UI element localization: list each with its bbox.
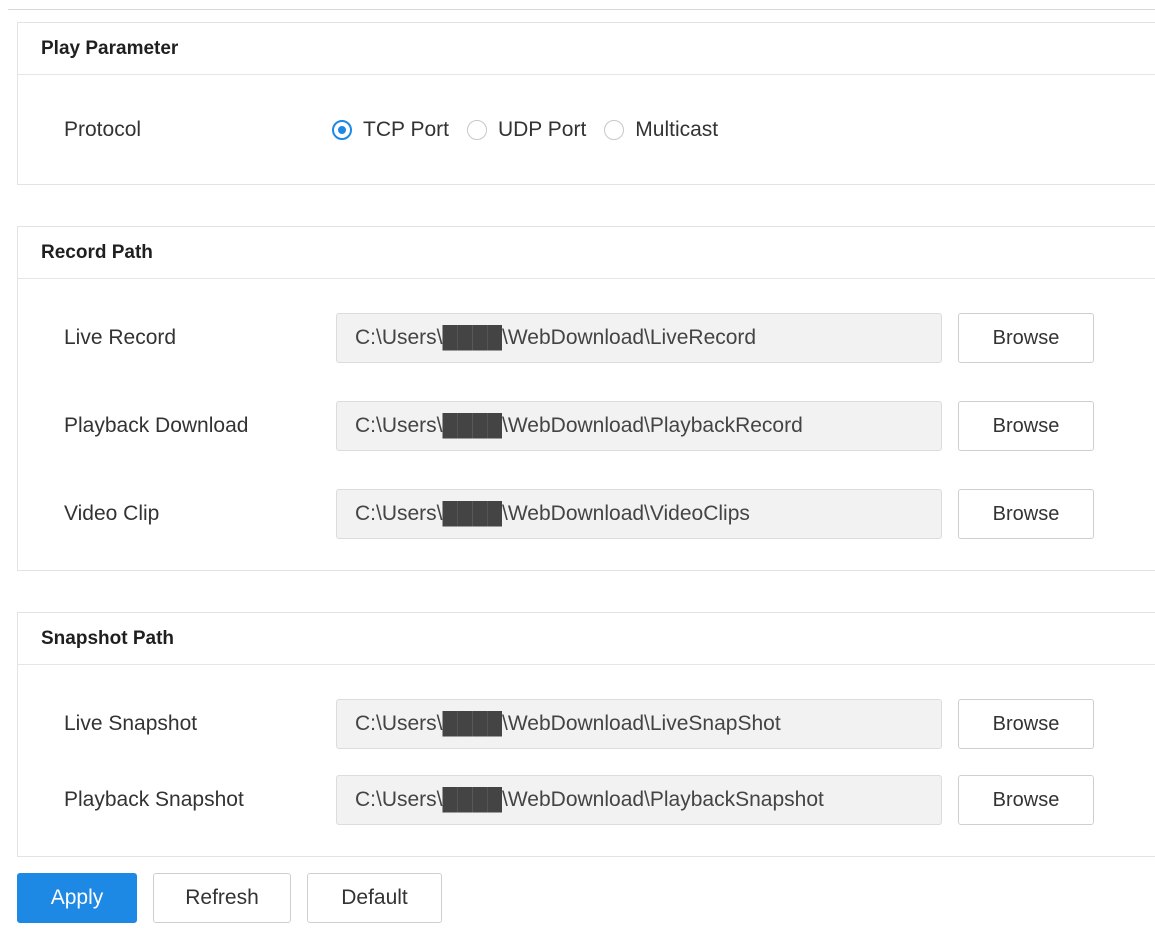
protocol-row: Protocol TCP Port UDP Port Multicast bbox=[18, 76, 1155, 184]
radio-multicast[interactable]: Multicast bbox=[604, 118, 718, 142]
playback-download-label: Playback Download bbox=[64, 414, 249, 437]
live-record-row: Live Record C:\Users\████\WebDownload\Li… bbox=[18, 312, 1155, 364]
playback-download-row: Playback Download C:\Users\████\WebDownl… bbox=[18, 400, 1155, 452]
playback-snapshot-path-field[interactable]: C:\Users\████\WebDownload\PlaybackSnapsh… bbox=[336, 775, 942, 825]
radio-unchecked-icon bbox=[466, 120, 487, 140]
record-path-title: Record Path bbox=[18, 227, 1155, 279]
video-clip-label: Video Clip bbox=[64, 502, 160, 525]
video-clip-row: Video Clip C:\Users\████\WebDownload\Vid… bbox=[18, 488, 1155, 540]
playback-snapshot-row: Playback Snapshot C:\Users\████\WebDownl… bbox=[18, 774, 1155, 826]
radio-tcp-label: TCP Port bbox=[363, 118, 449, 141]
snapshot-path-title: Snapshot Path bbox=[18, 613, 1155, 665]
radio-tcp-port[interactable]: TCP Port bbox=[332, 118, 449, 142]
live-snapshot-row: Live Snapshot C:\Users\████\WebDownload\… bbox=[18, 698, 1155, 750]
live-record-path-field[interactable]: C:\Users\████\WebDownload\LiveRecord bbox=[336, 313, 942, 363]
snapshot-path-panel: Snapshot Path Live Snapshot C:\Users\███… bbox=[17, 612, 1155, 857]
live-record-browse-button[interactable]: Browse bbox=[958, 313, 1094, 363]
playback-snapshot-browse-button[interactable]: Browse bbox=[958, 775, 1094, 825]
playback-snapshot-label: Playback Snapshot bbox=[64, 788, 244, 811]
live-snapshot-label: Live Snapshot bbox=[64, 712, 198, 735]
protocol-radio-group: TCP Port UDP Port Multicast bbox=[332, 118, 736, 142]
radio-multicast-label: Multicast bbox=[635, 118, 719, 141]
refresh-button[interactable]: Refresh bbox=[153, 873, 291, 923]
video-clip-browse-button[interactable]: Browse bbox=[958, 489, 1094, 539]
apply-button[interactable]: Apply bbox=[17, 873, 137, 923]
live-snapshot-browse-button[interactable]: Browse bbox=[958, 699, 1094, 749]
radio-udp-label: UDP Port bbox=[497, 118, 587, 141]
record-path-panel: Record Path Live Record C:\Users\████\We… bbox=[17, 226, 1155, 571]
radio-unchecked-icon bbox=[604, 120, 625, 140]
play-parameter-panel: Play Parameter Protocol TCP Port UDP Por… bbox=[17, 22, 1155, 185]
play-parameter-title: Play Parameter bbox=[18, 23, 1155, 75]
default-button[interactable]: Default bbox=[307, 873, 442, 923]
top-divider bbox=[8, 9, 1155, 10]
radio-checked-icon bbox=[332, 120, 352, 140]
protocol-label: Protocol bbox=[64, 118, 142, 141]
playback-download-path-field[interactable]: C:\Users\████\WebDownload\PlaybackRecord bbox=[336, 401, 942, 451]
video-clip-path-field[interactable]: C:\Users\████\WebDownload\VideoClips bbox=[336, 489, 942, 539]
live-record-label: Live Record bbox=[64, 326, 177, 349]
playback-download-browse-button[interactable]: Browse bbox=[958, 401, 1094, 451]
radio-udp-port[interactable]: UDP Port bbox=[466, 118, 587, 142]
live-snapshot-path-field[interactable]: C:\Users\████\WebDownload\LiveSnapShot bbox=[336, 699, 942, 749]
